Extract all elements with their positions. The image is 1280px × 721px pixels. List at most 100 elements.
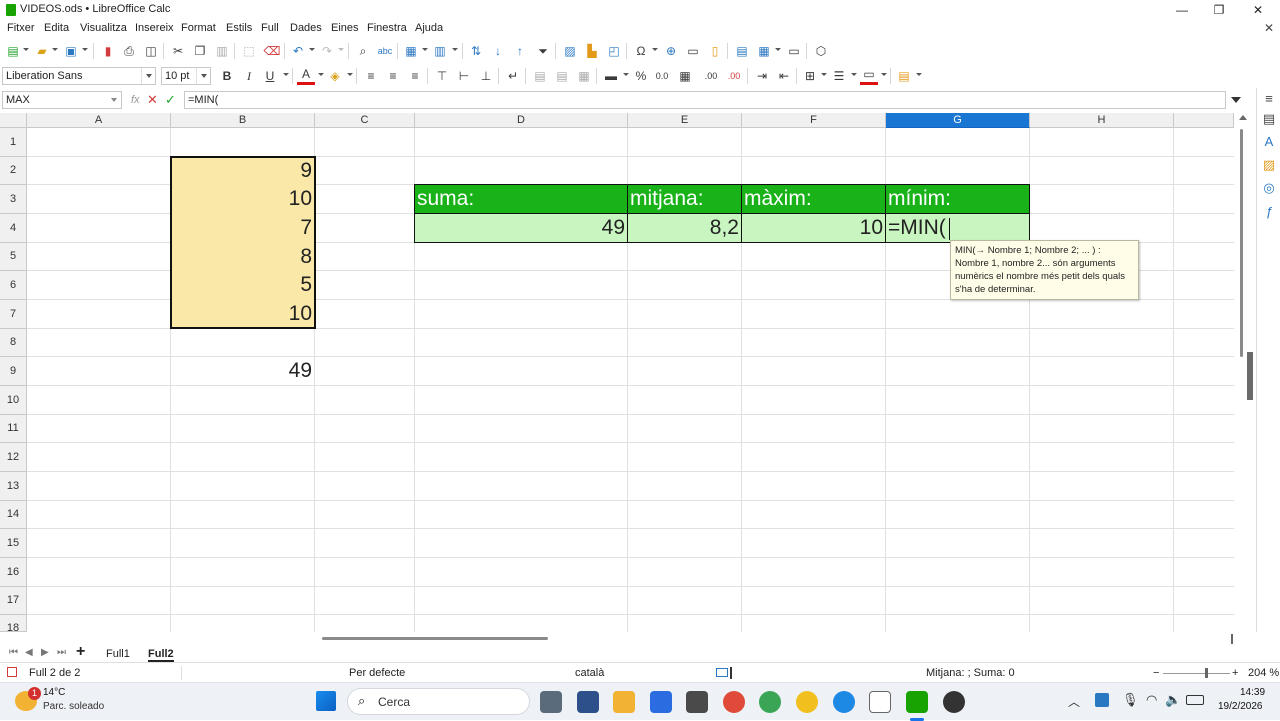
borders-icon[interactable]: ⊞ (801, 67, 819, 85)
row-header[interactable]: 13 (0, 472, 27, 501)
minimize-button[interactable]: — (1162, 1, 1202, 19)
cell-e3[interactable]: mitjana: (628, 185, 741, 213)
borders-dropdown-icon[interactable] (821, 73, 827, 76)
redo-icon[interactable]: ↷ (318, 42, 336, 60)
horizontal-scrollbar-thumb[interactable] (322, 637, 548, 640)
close-document-icon[interactable]: ✕ (1264, 21, 1274, 35)
sheet-tab-full1[interactable]: Full1 (106, 646, 130, 662)
merge-center-icon[interactable]: ▤ (531, 67, 549, 85)
font-size-combo[interactable]: 10 pt (161, 67, 211, 85)
clear-formatting-icon[interactable]: ⌫ (263, 42, 281, 60)
row-header[interactable]: 2 (0, 157, 27, 185)
open-dropdown-icon[interactable] (52, 48, 58, 51)
sort-ascending-icon[interactable]: ↓ (489, 42, 507, 60)
conditional-format-dropdown-icon[interactable] (916, 73, 922, 76)
spelling-icon[interactable]: abc (376, 42, 394, 60)
spreadsheet-grid[interactable]: A B C D E F G H 1 2 3 4 5 6 7 8 9 10 11 … (0, 113, 1234, 632)
cell-g3[interactable]: mínim: (886, 185, 1029, 213)
underline-dropdown-icon[interactable] (283, 73, 289, 76)
column-header-f[interactable]: F (742, 113, 886, 128)
freeze-dropdown-icon[interactable] (775, 48, 781, 51)
border-color-icon[interactable]: ▭ (860, 67, 878, 85)
document-modified-icon[interactable] (7, 667, 17, 677)
column-header-c[interactable]: C (315, 113, 415, 128)
zoom-out-button[interactable]: − (1153, 667, 1159, 679)
row-header[interactable]: 4 (0, 214, 27, 243)
cell-b5[interactable]: 8 (172, 243, 314, 271)
selection-mode-icon[interactable] (716, 668, 728, 677)
menu-tools[interactable]: Eines (331, 22, 359, 34)
hyperlink-icon[interactable]: ⊕ (662, 42, 680, 60)
chevron-up-icon[interactable]: ︿ (1068, 693, 1080, 710)
delete-decimal-button[interactable]: .00 (725, 67, 743, 85)
formula-input[interactable]: =MIN( (184, 91, 1226, 109)
unmerge-cells-icon[interactable]: ▦ (575, 67, 593, 85)
language[interactable]: català (575, 667, 604, 679)
scrollbar-thumb[interactable] (1240, 129, 1243, 357)
align-bottom-icon[interactable]: ⊥ (477, 67, 495, 85)
zoom-slider-handle[interactable] (1205, 668, 1208, 678)
page-style[interactable]: Per defecte (349, 667, 405, 679)
italic-button[interactable]: I (240, 67, 258, 85)
column-icon[interactable]: ▥ (431, 42, 449, 60)
align-left-icon[interactable]: ≡ (362, 67, 380, 85)
font-name-combo[interactable]: Liberation Sans (2, 67, 156, 85)
menu-format[interactable]: Format (181, 22, 216, 34)
pivot-table-icon[interactable]: ◰ (605, 42, 623, 60)
cell-b9[interactable]: 49 (172, 357, 314, 386)
next-sheet-icon[interactable]: ▶ (41, 647, 49, 658)
menu-edit[interactable]: Edita (44, 22, 69, 34)
menu-insert[interactable]: Insereix (135, 22, 174, 34)
undo-icon[interactable]: ↶ (289, 42, 307, 60)
wifi-icon[interactable]: ◠ (1146, 692, 1157, 708)
define-print-area-icon[interactable]: ▤ (733, 42, 751, 60)
cell-b7[interactable]: 10 (172, 300, 314, 328)
autofilter-icon[interactable]: ⏷ (534, 42, 552, 60)
row-header[interactable]: 14 (0, 501, 27, 529)
app-books-icon[interactable] (577, 691, 599, 713)
document-icon[interactable] (869, 691, 891, 713)
previous-sheet-icon[interactable]: ◀ (25, 647, 33, 658)
special-character-dropdown-icon[interactable] (652, 48, 658, 51)
column-header-b[interactable]: B (171, 113, 315, 128)
chevron-down-icon[interactable] (141, 68, 155, 84)
border-color-dropdown-icon[interactable] (881, 73, 887, 76)
row-icon[interactable]: ▦ (402, 42, 420, 60)
cell-b6[interactable]: 5 (172, 271, 314, 300)
chrome-work-icon[interactable] (833, 691, 855, 713)
row-header[interactable]: 16 (0, 558, 27, 587)
menu-view[interactable]: Visualitza (80, 22, 127, 34)
expand-formula-bar-icon[interactable] (1231, 97, 1241, 103)
row-dropdown-icon[interactable] (422, 48, 428, 51)
column-header-h[interactable]: H (1030, 113, 1174, 128)
special-character-icon[interactable]: Ω (632, 42, 650, 60)
insert-mode-icon[interactable] (730, 667, 732, 679)
selection-summary[interactable]: Mitjana: ; Suma: 0 (926, 667, 1015, 679)
bold-button[interactable]: B (218, 67, 236, 85)
column-header-i[interactable] (1174, 113, 1234, 128)
save-dropdown-icon[interactable] (82, 48, 88, 51)
taskbar-search[interactable]: ⌕ Cerca (347, 688, 530, 715)
row-header[interactable]: 8 (0, 329, 27, 357)
menu-help[interactable]: Ajuda (415, 22, 443, 34)
volume-icon[interactable]: 🔈 (1165, 692, 1181, 708)
currency-dropdown-icon[interactable] (623, 73, 629, 76)
export-pdf-icon[interactable]: ▮ (99, 42, 117, 60)
row-header[interactable]: 10 (0, 386, 27, 415)
cell-b4[interactable]: 7 (172, 214, 314, 243)
merge-cells-icon[interactable]: ▤ (553, 67, 571, 85)
gallery-icon[interactable]: ▨ (1261, 157, 1277, 173)
conditional-format-icon[interactable]: ▤ (895, 67, 913, 85)
terminal-icon[interactable] (686, 691, 708, 713)
chrome-profile-icon[interactable] (759, 691, 781, 713)
redo-dropdown-icon[interactable] (338, 48, 344, 51)
menu-styles[interactable]: Estils (226, 22, 252, 34)
number-format-button[interactable]: 0.0 (653, 67, 671, 85)
split-window-icon[interactable]: ▭ (785, 42, 803, 60)
row-header[interactable]: 1 (0, 128, 27, 157)
highlight-dropdown-icon[interactable] (347, 73, 353, 76)
row-header[interactable]: 18 (0, 615, 27, 632)
align-center-icon[interactable]: ≡ (384, 67, 402, 85)
styles-icon[interactable]: A (1261, 134, 1277, 150)
copy-icon[interactable]: ❐ (191, 42, 209, 60)
